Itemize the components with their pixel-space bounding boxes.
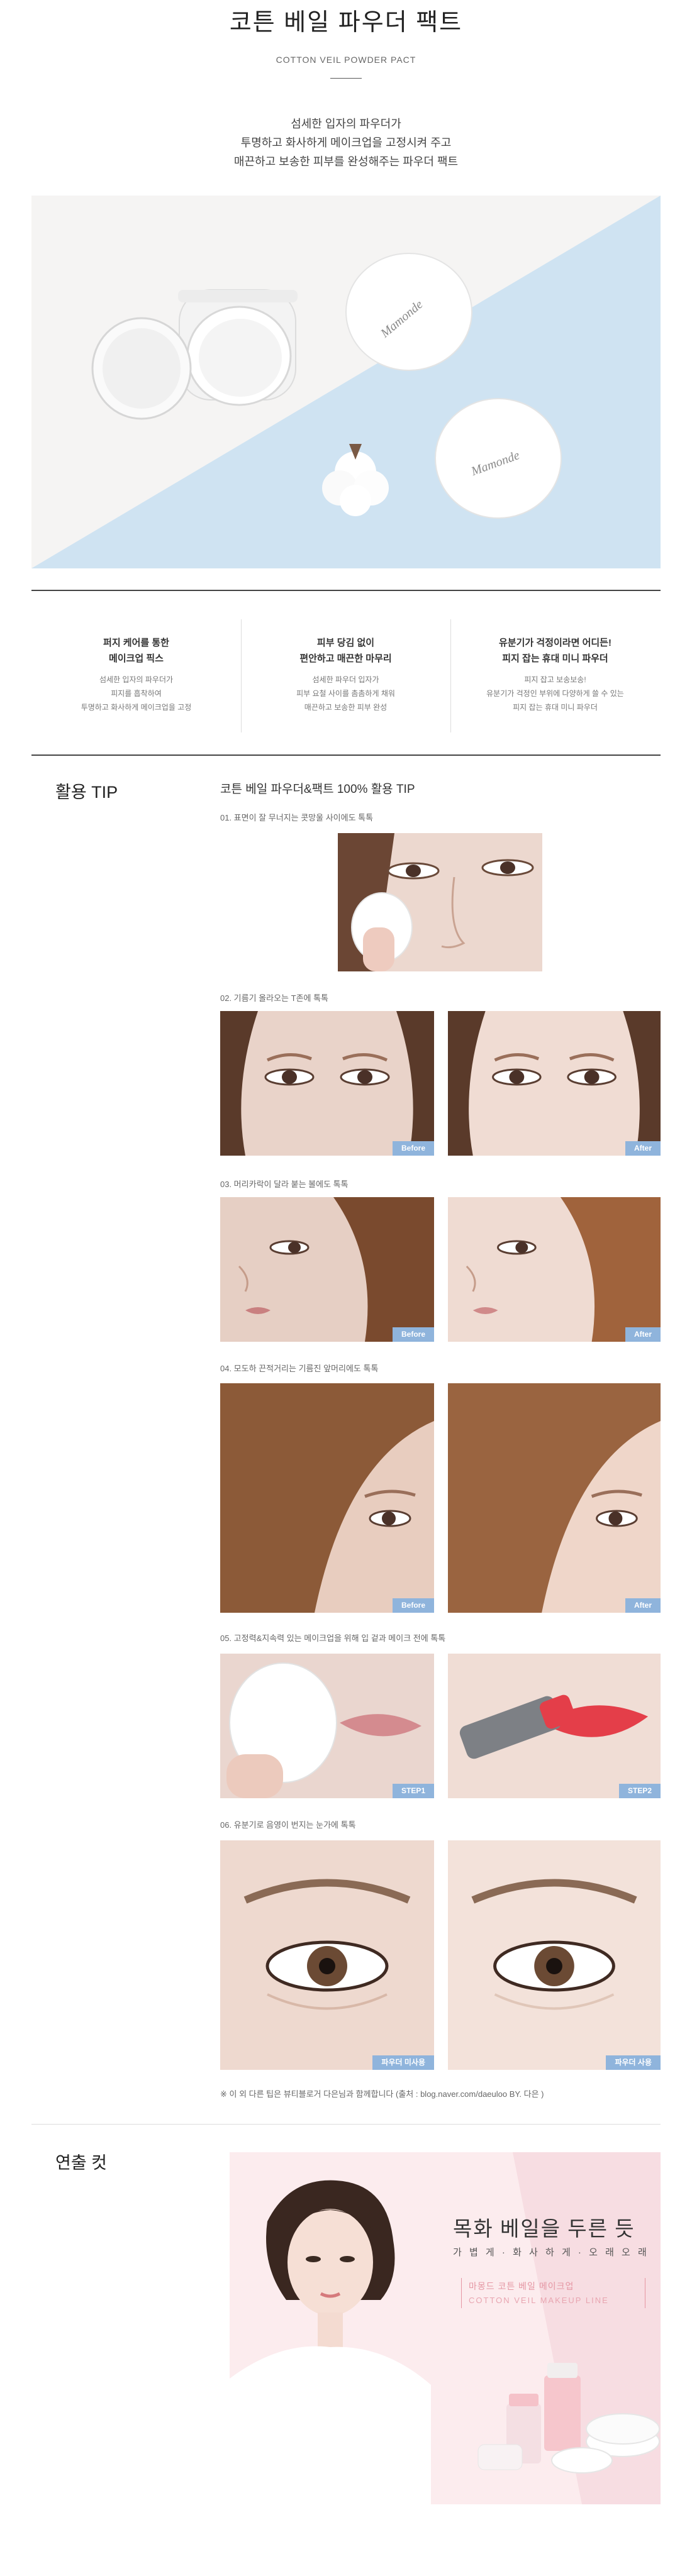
before-badge: Before xyxy=(392,1141,434,1156)
feature-title-line: 피지 잡는 휴대 미니 파우더 xyxy=(502,653,608,664)
step-label: 01. 표면이 잘 무너지는 콧망울 사이에도 톡톡 xyxy=(220,813,374,822)
tip-title: 코튼 베일 파우더&팩트 100% 활용 TIP xyxy=(220,783,415,796)
section-divider xyxy=(31,755,661,756)
without-powder-badge: 파우더 미사용 xyxy=(372,2055,434,2070)
feature-title-line: 피부 당김 없이 xyxy=(316,638,375,648)
feature-desc-line: 피부 요철 사이를 촘촘하게 채워 xyxy=(296,689,395,698)
step-photo-before: Before xyxy=(220,1197,434,1342)
after-badge: After xyxy=(625,1598,661,1613)
feature-description: 피지 잡고 보송보송! 유분기가 걱정인 부위에 다양하게 쓸 수 있는 피지 … xyxy=(450,673,660,714)
before-badge: Before xyxy=(392,1327,434,1342)
after-badge: After xyxy=(625,1141,661,1156)
section-divider xyxy=(31,2124,661,2125)
step2-badge: STEP2 xyxy=(618,1784,661,1798)
step1-badge: STEP1 xyxy=(392,1784,434,1798)
feature-card: 피부 당김 없이 편안하고 매끈한 마무리 섬세한 파우더 입자가 피부 요철 … xyxy=(241,635,450,714)
step-photo-after: After xyxy=(448,1383,661,1613)
step-photo-before: Before xyxy=(220,1383,434,1613)
feature-desc-line: 유분기가 걱정인 부위에 다양하게 쓸 수 있는 xyxy=(486,689,624,698)
feature-title: 피부 당김 없이 편안하고 매끈한 마무리 xyxy=(241,635,450,666)
ad-line-english: COTTON VEIL MAKEUP LINE xyxy=(469,2296,609,2305)
with-powder-badge: 파우더 사용 xyxy=(606,2055,661,2070)
ad-banner: 목화 베일을 두른 듯 가 볍 게 · 화 사 하 게 · 오 래 오 래 마몽… xyxy=(230,2152,661,2504)
intro-text: 섬세한 입자의 파우더가 투명하고 화사하게 메이크업을 고정시켜 주고 매끈하… xyxy=(0,114,692,171)
ad-line-korean: 마몽드 코튼 베일 메이크업 xyxy=(469,2281,574,2291)
step-photo-powder-nose xyxy=(338,833,542,971)
step-photo-with-powder: 파우더 사용 xyxy=(448,1840,661,2070)
page-subtitle: COTTON VEIL POWDER PACT xyxy=(276,55,416,65)
feature-description: 섬세한 파우더 입자가 피부 요철 사이를 촘촘하게 채워 매끈하고 보송한 피… xyxy=(241,673,450,714)
page-title: 코튼 베일 파우더 팩트 xyxy=(229,9,463,36)
title-divider xyxy=(330,78,362,79)
ad-subheadline: 가 볍 게 · 화 사 하 게 · 오 래 오 래 xyxy=(453,2247,649,2258)
feature-title: 유분기가 걱정이라면 어디든! 피지 잡는 휴대 미니 파우더 xyxy=(450,635,660,666)
feature-desc-line: 피지 잡고 보송보송! xyxy=(524,675,586,684)
feature-title-line: 퍼지 케어를 통한 xyxy=(103,638,169,648)
feature-desc-line: 섬세한 파우더 입자가 xyxy=(312,675,379,684)
feature-title-line: 메이크업 픽스 xyxy=(109,653,164,664)
step-label: 04. 모도하 끈적거리는 기름진 앞머리에도 톡톡 xyxy=(220,1364,379,1373)
feature-desc-line: 피지를 흡착하여 xyxy=(111,689,162,698)
feature-title-line: 편안하고 매끈한 마무리 xyxy=(299,653,392,664)
step-photo-without-powder: 파우더 미사용 xyxy=(220,1840,434,2070)
step-label: 03. 머리카락이 달라 붙는 볼에도 톡톡 xyxy=(220,1180,349,1189)
step-label: 02. 기름기 올라오는 T존에 톡톡 xyxy=(220,993,329,1003)
feature-card: 퍼지 케어를 통한 메이크업 픽스 섬세한 입자의 파우더가 피지를 흡착하여 … xyxy=(31,635,241,714)
feature-desc-line: 피지 잡는 휴대 미니 파우더 xyxy=(513,703,598,712)
ad-section-heading: 연출 컷 xyxy=(55,2153,108,2172)
feature-desc-line: 매끈하고 보송한 피부 완성 xyxy=(304,703,388,712)
step-label: 06. 유분기로 음영이 번지는 눈가에 톡톡 xyxy=(220,1820,356,1830)
before-badge: Before xyxy=(392,1598,434,1613)
step-label: 05. 고정력&지속력 있는 메이크업을 위해 입 겉과 메이크 전에 톡톡 xyxy=(220,1633,446,1643)
ad-headline: 목화 베일을 두른 듯 xyxy=(453,2218,635,2241)
intro-line: 섬세한 입자의 파우더가 xyxy=(291,118,401,130)
step-photo-before: Before xyxy=(220,1011,434,1156)
feature-title-line: 유분기가 걱정이라면 어디든! xyxy=(499,638,611,648)
ad-divider xyxy=(461,2278,462,2308)
step-photo-step2: STEP2 xyxy=(448,1654,661,1798)
feature-desc-line: 투명하고 화사하게 메이크업을 고정 xyxy=(81,703,192,712)
step-photo-after: After xyxy=(448,1197,661,1342)
feature-desc-line: 섬세한 입자의 파우더가 xyxy=(99,675,174,684)
step-photo-step1: STEP1 xyxy=(220,1654,434,1798)
feature-title: 퍼지 케어를 통한 메이크업 픽스 xyxy=(31,635,241,666)
intro-line: 투명하고 화사하게 메이크업을 고정시켜 주고 xyxy=(240,136,452,149)
feature-description: 섬세한 입자의 파우더가 피지를 흡착하여 투명하고 화사하게 메이크업을 고정 xyxy=(31,673,241,714)
feature-card: 유분기가 걱정이라면 어디든! 피지 잡는 휴대 미니 파우더 피지 잡고 보송… xyxy=(450,635,660,714)
section-divider xyxy=(31,590,661,591)
tip-section-heading: 활용 TIP xyxy=(55,783,118,802)
step-photo-after: After xyxy=(448,1011,661,1156)
source-note: ※ 이 외 다른 팁은 뷰티블로거 다은님과 함께합니다 (출처 : blog.… xyxy=(220,2089,544,2099)
hero-product-image: Mamonde Mamonde xyxy=(31,196,661,568)
intro-line: 매끈하고 보송한 피부를 완성해주는 파우더 팩트 xyxy=(233,155,459,168)
after-badge: After xyxy=(625,1327,661,1342)
